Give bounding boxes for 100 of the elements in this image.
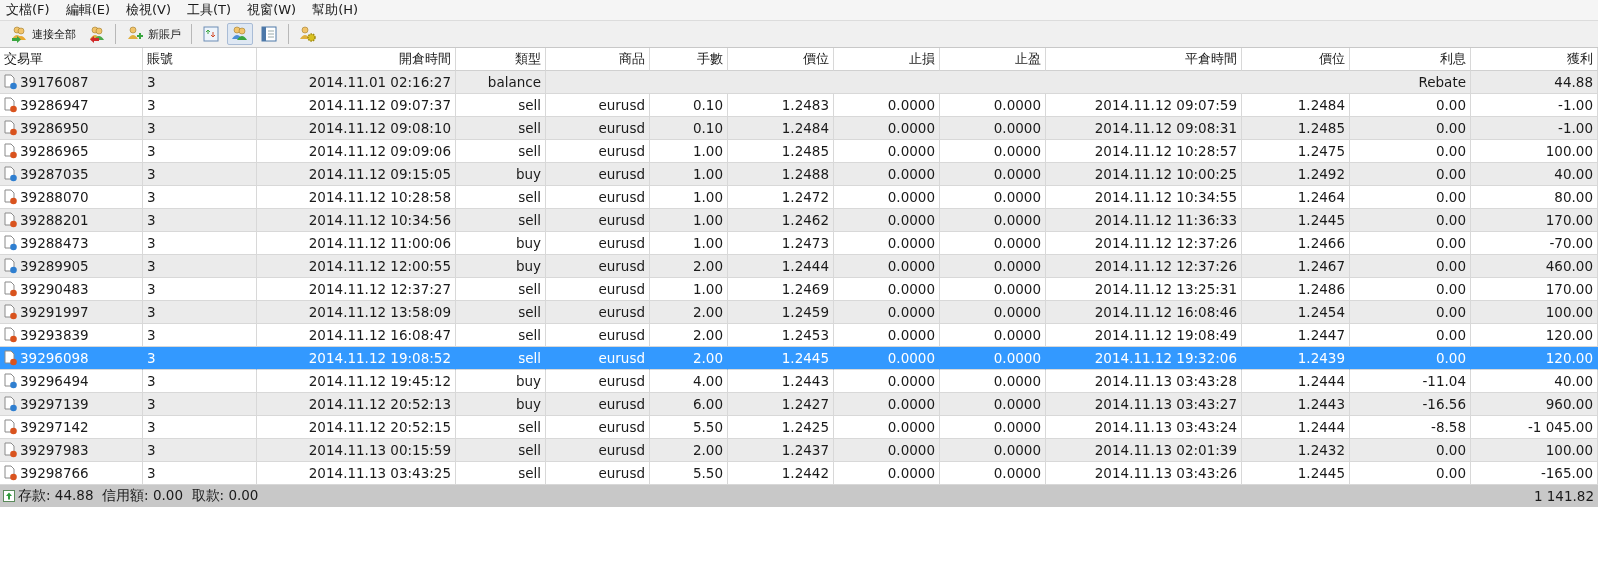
column-header[interactable]: 商品	[546, 48, 650, 71]
stop-loss-cell: 0.0000	[834, 186, 940, 209]
price-cell: 1.2445	[1242, 462, 1350, 485]
profit-cell: -1 045.00	[1471, 416, 1598, 439]
profit-cell: 170.00	[1471, 278, 1598, 301]
ticket-cell[interactable]: 39288473	[0, 232, 143, 255]
ticket-cell[interactable]: 39291997	[0, 301, 143, 324]
take-profit-cell: 0.0000	[940, 163, 1046, 186]
column-header[interactable]: 利息	[1350, 48, 1471, 71]
time-cell: 2014.11.12 11:00:06	[257, 232, 456, 255]
time-cell: 2014.11.12 13:58:09	[257, 301, 456, 324]
take-profit-cell: 0.0000	[940, 94, 1046, 117]
profit-cell: 100.00	[1471, 439, 1598, 462]
time-cell: 2014.11.12 09:09:06	[257, 140, 456, 163]
ticket-cell[interactable]: 39288201	[0, 209, 143, 232]
ticket-cell[interactable]: 39293839	[0, 324, 143, 347]
account-cell: 3	[143, 117, 257, 140]
profit-cell: -1.00	[1471, 117, 1598, 140]
toolbar-button[interactable]: 新賬戶	[122, 23, 185, 45]
ticket-cell[interactable]: 39297142	[0, 416, 143, 439]
profit-cell: 170.00	[1471, 209, 1598, 232]
symbol-cell: eurusd	[546, 393, 650, 416]
type-cell: buy	[456, 232, 546, 255]
profit-cell: -165.00	[1471, 462, 1598, 485]
column-header[interactable]: 獲利	[1471, 48, 1598, 71]
ticket-cell[interactable]: 39286965	[0, 140, 143, 163]
column-header[interactable]: 價位	[1242, 48, 1350, 71]
menu-item[interactable]: 檢視(V)	[126, 1, 188, 19]
column-header[interactable]: 止損	[834, 48, 940, 71]
time-cell: 2014.11.12 19:08:52	[257, 347, 456, 370]
account-cell: 3	[143, 94, 257, 117]
price-cell: 1.2454	[1242, 301, 1350, 324]
menu-item[interactable]: 工具(T)	[187, 1, 248, 19]
price-cell: 1.2444	[1242, 370, 1350, 393]
lots-cell: 2.00	[650, 324, 728, 347]
account-cell: 3	[143, 278, 257, 301]
price-cell: 1.2488	[728, 163, 834, 186]
time-cell: 2014.11.12 16:08:47	[257, 324, 456, 347]
column-header[interactable]: 交易單	[0, 48, 143, 71]
ticket-cell[interactable]: 39287035	[0, 163, 143, 186]
ticket-cell[interactable]: 39286950	[0, 117, 143, 140]
price-cell: 1.2439	[1242, 347, 1350, 370]
type-cell: buy	[456, 370, 546, 393]
symbol-cell: eurusd	[546, 278, 650, 301]
account-cell: 3	[143, 255, 257, 278]
type-cell: sell	[456, 94, 546, 117]
ticket-cell[interactable]: 39290483	[0, 278, 143, 301]
ticket-cell[interactable]: 39289905	[0, 255, 143, 278]
column-header[interactable]: 手數	[650, 48, 728, 71]
account-cell: 3	[143, 324, 257, 347]
lots-cell: 2.00	[650, 347, 728, 370]
time-cell: 2014.11.12 12:37:26	[1046, 255, 1242, 278]
column-header[interactable]: 類型	[456, 48, 546, 71]
column-header[interactable]: 平倉時間	[1046, 48, 1242, 71]
symbol-cell: eurusd	[546, 186, 650, 209]
price-cell: 1.2443	[1242, 393, 1350, 416]
take-profit-cell: 0.0000	[940, 278, 1046, 301]
price-cell: 1.2425	[728, 416, 834, 439]
lots-cell: 2.00	[650, 255, 728, 278]
column-header[interactable]: 止盈	[940, 48, 1046, 71]
menu-item[interactable]: 幫助(H)	[312, 1, 375, 19]
profit-cell: 40.00	[1471, 370, 1598, 393]
profit-cell: 80.00	[1471, 186, 1598, 209]
symbol-cell: eurusd	[546, 94, 650, 117]
type-cell: buy	[456, 163, 546, 186]
menu-item[interactable]: 文檔(F)	[6, 1, 66, 19]
price-cell: 1.2442	[728, 462, 834, 485]
ticket-cell[interactable]: 39288070	[0, 186, 143, 209]
symbol-cell: eurusd	[546, 163, 650, 186]
price-cell: 1.2462	[728, 209, 834, 232]
price-cell: 1.2469	[728, 278, 834, 301]
take-profit-cell: 0.0000	[940, 416, 1046, 439]
toolbar-button[interactable]: 連接全部	[6, 23, 80, 45]
profit-cell: 100.00	[1471, 301, 1598, 324]
price-cell: 1.2484	[1242, 94, 1350, 117]
stop-loss-cell: 0.0000	[834, 347, 940, 370]
account-cell: 3	[143, 232, 257, 255]
ticket-cell[interactable]: 39297983	[0, 439, 143, 462]
ticket-cell[interactable]: 39286947	[0, 94, 143, 117]
ticket-cell[interactable]: 39297139	[0, 393, 143, 416]
time-cell: 2014.11.12 10:00:25	[1046, 163, 1242, 186]
column-header[interactable]: 價位	[728, 48, 834, 71]
swap-cell: 0.00	[1350, 163, 1471, 186]
menu-item[interactable]: 編輯(E)	[65, 1, 126, 19]
ticket-cell[interactable]: 39298766	[0, 462, 143, 485]
time-cell: 2014.11.12 20:52:15	[257, 416, 456, 439]
price-cell: 1.2459	[728, 301, 834, 324]
take-profit-cell: 0.0000	[940, 347, 1046, 370]
time-cell: 2014.11.13 03:43:26	[1046, 462, 1242, 485]
comment-cell: Rebate	[546, 71, 1471, 94]
account-cell: 3	[143, 416, 257, 439]
ticket-cell[interactable]: 39176087	[0, 71, 143, 94]
account-cell: 3	[143, 209, 257, 232]
account-cell: 3	[143, 370, 257, 393]
column-header[interactable]: 開倉時間	[257, 48, 456, 71]
type-cell: buy	[456, 393, 546, 416]
column-header[interactable]: 賬號	[143, 48, 257, 71]
menu-item[interactable]: 視窗(W)	[247, 1, 313, 19]
ticket-cell[interactable]: 39296494	[0, 370, 143, 393]
time-cell: 2014.11.12 10:34:55	[1046, 186, 1242, 209]
